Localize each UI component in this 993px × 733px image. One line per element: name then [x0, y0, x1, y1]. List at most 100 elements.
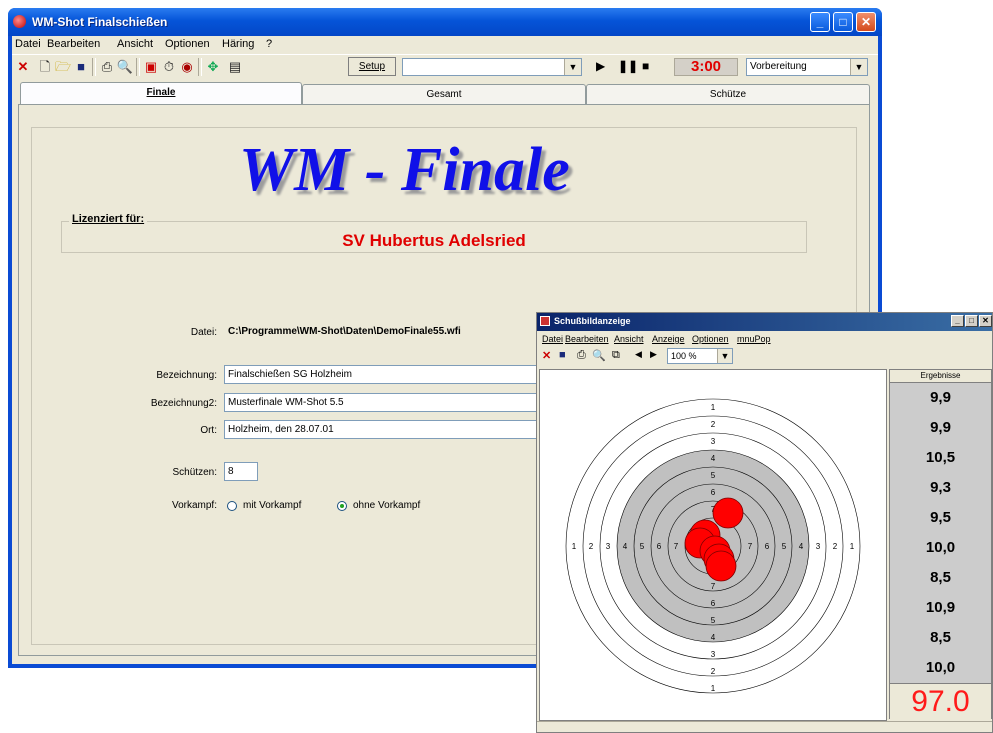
- ring-label: 3: [816, 542, 821, 551]
- target-menu-optionen[interactable]: Optionen: [692, 334, 729, 344]
- target-menu-datei[interactable]: Datei: [542, 334, 563, 344]
- open-folder-icon[interactable]: 🗁: [54, 58, 72, 76]
- close-file-icon[interactable]: ✕: [14, 58, 32, 76]
- ring-label: 7: [674, 542, 679, 551]
- result-row: 10,0: [925, 659, 956, 676]
- ring-label: 1: [850, 542, 855, 551]
- results-panel: Ergebnisse 9,9 9,9 10,5 9,3 9,5 10,0 8,5 10,9 8,…: [889, 369, 992, 719]
- ring-label: 3: [711, 437, 716, 446]
- ring-label: 2: [711, 420, 716, 429]
- menu-optionen[interactable]: Optionen: [165, 38, 210, 50]
- target-icon[interactable]: ◉: [178, 58, 196, 76]
- phase-value: Vorbereitung: [750, 61, 807, 72]
- ring-label: 5: [711, 471, 716, 480]
- schuetzen-label: Schützen:: [172, 467, 217, 478]
- close-button[interactable]: ✕: [979, 315, 992, 327]
- toolbar: ✕ 🗋 🗁 ■ ⎙ 🔍 ▣ ⏱ ◉ ✥ ▤ Setup ▼ ▶ ❚❚ ■ 3:0…: [12, 54, 878, 79]
- vorkampf-label: Vorkampf:: [171, 500, 217, 511]
- minimize-button[interactable]: _: [951, 315, 964, 327]
- tab-gesamt[interactable]: Gesamt: [302, 84, 586, 104]
- ring-label: 7: [711, 582, 716, 591]
- zoom-combo[interactable]: 100 % ▼: [667, 348, 733, 364]
- shot-marker: [712, 497, 744, 529]
- main-titlebar[interactable]: WM-Shot Finalschießen _ □ ✕: [8, 8, 882, 36]
- target-menu-mnupop[interactable]: mnuPop: [737, 334, 771, 344]
- result-row: 10,9: [925, 599, 956, 616]
- copy-icon[interactable]: ⧉: [612, 349, 620, 362]
- headline: WM - Finale: [239, 136, 570, 204]
- next-icon[interactable]: ▶: [650, 349, 657, 360]
- print-icon[interactable]: ⎙: [577, 349, 586, 362]
- results-header: Ergebnisse: [890, 370, 991, 383]
- save-icon[interactable]: ■: [559, 349, 566, 361]
- ring-label: 3: [711, 650, 716, 659]
- tab-schuetze[interactable]: Schütze: [586, 84, 870, 104]
- ring-label: 4: [623, 542, 628, 551]
- event-combo[interactable]: ▼: [402, 58, 582, 76]
- ring-label: 1: [572, 542, 577, 551]
- previous-icon[interactable]: ◀: [635, 349, 642, 360]
- list-icon[interactable]: ▤: [226, 58, 244, 76]
- target-menu-anzeige[interactable]: Anzeige: [652, 334, 685, 344]
- ring-label: 2: [711, 667, 716, 676]
- target-window: Schußbildanzeige _ □ ✕ Datei Bearbeiten …: [536, 312, 993, 733]
- print-preview-icon[interactable]: 🔍: [592, 349, 606, 362]
- maximize-button[interactable]: □: [833, 12, 853, 32]
- result-row: 9,3: [930, 479, 951, 496]
- target-titlebar[interactable]: Schußbildanzeige _ □ ✕: [537, 313, 992, 331]
- status-bar: [537, 721, 992, 732]
- phase-combo[interactable]: Vorbereitung ▼: [746, 58, 868, 76]
- radio-ohne-vorkampf[interactable]: [337, 501, 347, 511]
- ort-field[interactable]: Holzheim, den 28.07.01: [224, 420, 544, 439]
- total-score: 97.0: [890, 683, 991, 719]
- target-menu-ansicht[interactable]: Ansicht: [614, 334, 644, 344]
- shooting-target: 12345677654321 123456787654321: [565, 398, 861, 694]
- tab-finale[interactable]: Finale: [20, 82, 302, 105]
- toolbar-separator: [92, 58, 96, 76]
- ring-label: 6: [711, 488, 716, 497]
- ort-label: Ort:: [200, 425, 217, 436]
- ring-label: 1: [711, 403, 716, 412]
- ring-label: 6: [711, 599, 716, 608]
- pause-icon[interactable]: ❚❚: [618, 59, 638, 73]
- stopwatch-icon[interactable]: ⏱: [160, 58, 178, 76]
- ring-label: 1: [711, 684, 716, 693]
- save-icon[interactable]: ■: [72, 58, 90, 76]
- chevron-down-icon[interactable]: ▼: [850, 59, 867, 75]
- toolbar-separator: [136, 58, 140, 76]
- menu-help[interactable]: ?: [266, 38, 272, 50]
- menu-datei[interactable]: Datei: [15, 38, 41, 50]
- bezeichnung-field[interactable]: Finalschießen SG Holzheim: [224, 365, 544, 384]
- chevron-down-icon[interactable]: ▼: [564, 59, 581, 75]
- move-icon[interactable]: ✥: [204, 58, 222, 76]
- window-title: WM-Shot Finalschießen: [32, 15, 168, 29]
- target-menu-bearbeiten[interactable]: Bearbeiten: [565, 334, 609, 344]
- menu-bearbeiten[interactable]: Bearbeiten: [47, 38, 100, 50]
- ring-label: 4: [711, 633, 716, 642]
- ring-label: 6: [657, 542, 662, 551]
- setup-button[interactable]: Setup: [348, 57, 396, 76]
- bezeichnung-label: Bezeichnung:: [156, 370, 217, 381]
- result-row: 9,9: [930, 389, 951, 406]
- chevron-down-icon[interactable]: ▼: [717, 349, 732, 363]
- close-button[interactable]: ✕: [856, 12, 876, 32]
- minimize-button[interactable]: _: [810, 12, 830, 32]
- bezeichnung2-field[interactable]: Musterfinale WM-Shot 5.5: [224, 393, 544, 412]
- play-icon[interactable]: ▶: [596, 59, 605, 73]
- result-row: 9,9: [930, 419, 951, 436]
- shot-marker: [705, 550, 737, 582]
- result-row: 10,5: [925, 449, 956, 466]
- stop-icon[interactable]: ■: [642, 59, 649, 73]
- menu-haering[interactable]: Häring: [222, 38, 254, 50]
- ring-label: 4: [711, 454, 716, 463]
- ring-label: 2: [833, 542, 838, 551]
- maximize-button[interactable]: □: [965, 315, 978, 327]
- close-file-icon[interactable]: ✕: [542, 349, 551, 362]
- schuetzen-field[interactable]: 8: [224, 462, 258, 481]
- print-icon[interactable]: ⎙: [98, 58, 116, 76]
- print-preview-icon[interactable]: 🔍: [116, 58, 134, 76]
- new-file-icon[interactable]: 🗋: [36, 58, 54, 76]
- radio-mit-vorkampf[interactable]: [227, 501, 237, 511]
- menu-ansicht[interactable]: Ansicht: [117, 38, 153, 50]
- presentation-icon[interactable]: ▣: [142, 58, 160, 76]
